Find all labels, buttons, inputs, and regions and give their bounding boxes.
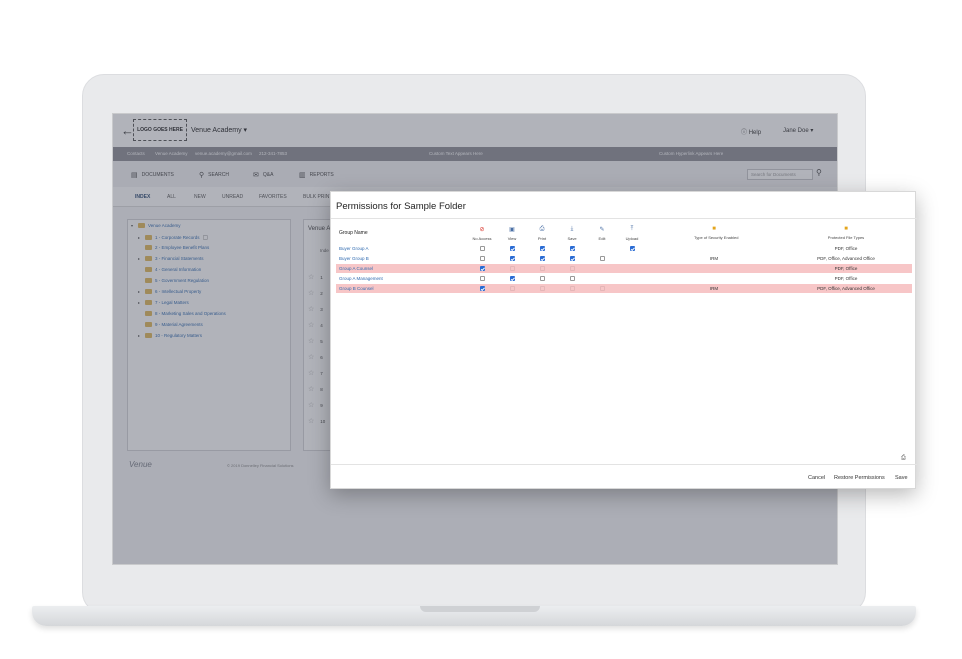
view-checkbox[interactable] [509,256,515,261]
modal-title: Permissions for Sample Folder [336,201,466,212]
file-types: PDF, Office [834,276,858,281]
security-type: IRM [709,286,719,291]
col-label: Save [567,236,577,241]
save-checkbox[interactable] [569,266,575,271]
col-security-type: ■ Type of Security Enabled [694,226,738,240]
view-checkbox[interactable] [509,266,515,271]
group-name[interactable]: Group A Counsel [339,266,373,271]
col-label: Edit [598,236,606,241]
col-label: Upload [625,236,639,241]
lock-icon: ■ [844,226,848,232]
print-checkbox[interactable] [539,286,545,291]
security-type: IRM [709,256,719,261]
col-label: Protected File Types [827,235,865,240]
col-label: Print [537,236,547,241]
print-checkbox[interactable] [539,256,545,261]
view-checkbox[interactable] [509,286,515,291]
cancel-button[interactable]: Cancel [808,475,825,481]
print-checkbox[interactable] [539,276,545,281]
laptop-stage: ← LOGO GOES HERE Venue Academy ▾ ⓘ Help … [0,0,962,659]
save-button[interactable]: Save [895,475,908,481]
col-upload: ⤒ Upload [612,226,652,241]
no-access-checkbox[interactable] [479,266,485,271]
edit-checkbox[interactable] [599,286,605,291]
save-checkbox[interactable] [569,276,575,281]
table-row: Group A Counsel PDF, Office [336,264,912,273]
laptop-notch [420,606,540,612]
save-checkbox[interactable] [569,246,575,251]
group-name-header: Group Name [339,230,368,236]
col-label: Type of Security Enabled [694,235,739,240]
save-checkbox[interactable] [569,286,575,291]
file-types: PDF, Office, Advanced Office [817,256,875,261]
file-types: PDF, Office [834,266,858,271]
no-access-checkbox[interactable] [479,286,485,291]
view-checkbox[interactable] [509,276,515,281]
upload-icon: ⤒ [630,226,634,232]
file-types: PDF, Office [834,246,858,251]
no-access-checkbox[interactable] [479,276,485,281]
table-row: Group B Counsel IRM PDF, Office, Advance… [336,284,912,293]
lock-icon: ■ [712,226,716,232]
permissions-modal: Permissions for Sample Folder Group Name… [330,191,917,489]
table-row: Buyer Group B IRM PDF, Office, Advanced … [336,254,912,263]
upload-checkbox[interactable] [629,246,635,251]
col-label: No Access [472,236,492,241]
save-checkbox[interactable] [569,256,575,261]
col-label: View [507,236,517,241]
file-types: PDF, Office, Advanced Office [817,286,875,291]
table-row: Group A Management PDF, Office [336,274,912,283]
table-row: Buyer Group A PDF, Office [336,244,912,253]
view-checkbox[interactable] [509,246,515,251]
no-access-checkbox[interactable] [479,246,485,251]
printer-icon[interactable]: ⎙ [901,455,906,462]
no-access-checkbox[interactable] [479,256,485,261]
col-protected-file-types: ■ Protected File Types [826,226,866,240]
modal-footer-divider [331,464,917,465]
group-name[interactable]: Buyer Group B [339,256,369,261]
group-name[interactable]: Group B Counsel [339,286,374,291]
group-name[interactable]: Group A Management [339,276,383,281]
restore-permissions-button[interactable]: Restore Permissions [834,475,885,481]
print-checkbox[interactable] [539,246,545,251]
modal-divider [331,218,917,219]
group-name[interactable]: Buyer Group A [339,246,369,251]
edit-checkbox[interactable] [599,256,605,261]
print-checkbox[interactable] [539,266,545,271]
